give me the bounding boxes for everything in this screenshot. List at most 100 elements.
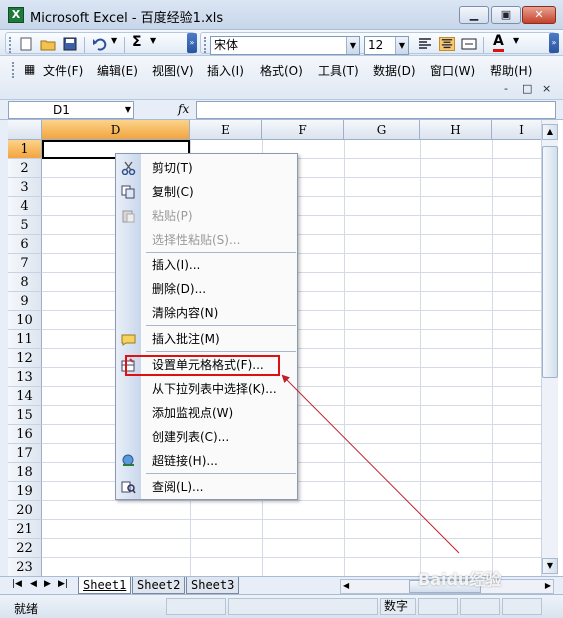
doc-minimize-button[interactable]: -	[504, 82, 508, 95]
font-name-select[interactable]: 宋体 ▼	[210, 36, 360, 55]
align-center-icon[interactable]	[439, 37, 455, 51]
vertical-scrollbar[interactable]: ▲ ▼	[541, 120, 558, 576]
menu-format[interactable]: 格式(O)	[260, 62, 303, 79]
menu-item-copy[interactable]: 复制(C)	[116, 180, 297, 204]
menu-window[interactable]: 窗口(W)	[430, 62, 475, 79]
menu-item-label: 查阅(L)...	[152, 480, 204, 494]
column-header-h[interactable]: H	[420, 120, 492, 140]
row-header-18[interactable]: 18	[8, 463, 42, 482]
scroll-right-icon[interactable]: ▶	[545, 581, 551, 590]
merge-center-icon[interactable]	[461, 37, 477, 51]
autosum-button[interactable]: Σ	[132, 34, 142, 50]
open-folder-icon[interactable]	[40, 37, 56, 51]
row-header-14[interactable]: 14	[8, 387, 42, 406]
row-header-7[interactable]: 7	[8, 254, 42, 273]
doc-restore-button[interactable]: □	[522, 82, 532, 95]
row-header-20[interactable]: 20	[8, 501, 42, 520]
formula-input[interactable]	[196, 101, 556, 119]
select-all-corner[interactable]	[8, 120, 42, 140]
autosum-dropdown-icon[interactable]: ▼	[150, 36, 156, 45]
menu-item-insert-comment[interactable]: 插入批注(M)	[116, 327, 297, 351]
row-header-16[interactable]: 16	[8, 425, 42, 444]
undo-dropdown-icon[interactable]: ▼	[111, 36, 117, 45]
row-header-21[interactable]: 21	[8, 520, 42, 539]
toolbar-options-icon[interactable]: »	[187, 33, 197, 53]
menu-view[interactable]: 视图(V)	[152, 62, 194, 79]
menu-insert[interactable]: 插入(I)	[207, 62, 244, 79]
menu-item-paste[interactable]: 粘贴(P)	[116, 204, 297, 228]
row-header-9[interactable]: 9	[8, 292, 42, 311]
sheet-tab-sheet1[interactable]: Sheet1	[78, 577, 132, 594]
menu-item-research[interactable]: 查阅(L)...	[116, 475, 297, 499]
last-sheet-icon[interactable]: ▶|	[58, 579, 68, 589]
maximize-button[interactable]: ▣	[491, 6, 521, 24]
menu-item-pick-from-list[interactable]: 从下拉列表中选择(K)...	[116, 377, 297, 401]
menu-item-paste-special[interactable]: 选择性粘贴(S)...	[116, 228, 297, 252]
menu-item-add-watch[interactable]: 添加监视点(W)	[116, 401, 297, 425]
toolbar-options-icon[interactable]: »	[549, 33, 559, 53]
chevron-down-icon[interactable]: ▼	[346, 37, 359, 54]
menu-tools[interactable]: 工具(T)	[318, 62, 359, 79]
next-sheet-icon[interactable]: ▶	[44, 579, 51, 589]
scroll-left-icon[interactable]: ◀	[343, 581, 349, 590]
save-icon[interactable]	[62, 37, 78, 51]
menu-item-create-list[interactable]: 创建列表(C)...	[116, 425, 297, 449]
row-header-6[interactable]: 6	[8, 235, 42, 254]
row-header-23[interactable]: 23	[8, 558, 42, 576]
toolbar-grip[interactable]	[204, 37, 207, 53]
first-sheet-icon[interactable]: |◀	[12, 579, 22, 589]
sheet-tab-sheet3[interactable]: Sheet3	[186, 577, 240, 594]
menu-item-delete[interactable]: 删除(D)...	[116, 277, 297, 301]
sheet-tab-sheet2[interactable]: Sheet2	[132, 577, 186, 594]
doc-close-button[interactable]: ×	[542, 82, 551, 95]
row-header-3[interactable]: 3	[8, 178, 42, 197]
undo-icon[interactable]	[92, 37, 108, 51]
menu-edit[interactable]: 编辑(E)	[97, 62, 138, 79]
row-header-5[interactable]: 5	[8, 216, 42, 235]
toolbar-grip[interactable]	[9, 37, 12, 53]
row-header-12[interactable]: 12	[8, 349, 42, 368]
column-header-d[interactable]: D	[42, 120, 190, 140]
font-color-button[interactable]: A	[493, 34, 504, 52]
insert-function-button[interactable]: fx	[178, 102, 189, 116]
menu-item-insert[interactable]: 插入(I)...	[116, 253, 297, 277]
column-header-e[interactable]: E	[190, 120, 262, 140]
excel-doc-icon[interactable]: ▦	[24, 62, 35, 76]
chevron-down-icon[interactable]: ▼	[395, 37, 408, 54]
menu-help[interactable]: 帮助(H)	[490, 62, 532, 79]
row-header-22[interactable]: 22	[8, 539, 42, 558]
row-header-8[interactable]: 8	[8, 273, 42, 292]
menu-data[interactable]: 数据(D)	[373, 62, 416, 79]
column-header-g[interactable]: G	[344, 120, 420, 140]
row-header-11[interactable]: 11	[8, 330, 42, 349]
excel-icon[interactable]: X	[8, 7, 24, 23]
chevron-down-icon[interactable]: ▼	[125, 102, 131, 118]
close-button[interactable]: ✕	[522, 6, 556, 24]
row-header-1[interactable]: 1	[8, 140, 42, 159]
menu-file[interactable]: 文件(F)	[43, 62, 83, 79]
row-header-13[interactable]: 13	[8, 368, 42, 387]
menu-item-clear-contents[interactable]: 清除内容(N)	[116, 301, 297, 325]
row-header-17[interactable]: 17	[8, 444, 42, 463]
menu-grip[interactable]	[12, 62, 15, 78]
minimize-button[interactable]: ▁	[459, 6, 489, 24]
column-header-f[interactable]: F	[262, 120, 344, 140]
name-box[interactable]: D1 ▼	[8, 101, 134, 119]
prev-sheet-icon[interactable]: ◀	[30, 579, 37, 589]
row-header-19[interactable]: 19	[8, 482, 42, 501]
menu-item-hyperlink[interactable]: 超链接(H)...	[116, 449, 297, 473]
title-bar: X Microsoft Excel - 百度经验1.xls ▁ ▣ ✕	[0, 0, 563, 30]
menu-item-cut[interactable]: 剪切(T)	[116, 156, 297, 180]
scroll-up-icon[interactable]: ▲	[542, 124, 558, 140]
status-pane	[166, 598, 226, 615]
vertical-scroll-thumb[interactable]	[542, 146, 558, 378]
row-header-15[interactable]: 15	[8, 406, 42, 425]
scroll-down-icon[interactable]: ▼	[542, 558, 558, 574]
font-color-dropdown-icon[interactable]: ▼	[513, 36, 519, 45]
font-size-select[interactable]: 12 ▼	[364, 36, 409, 55]
row-header-4[interactable]: 4	[8, 197, 42, 216]
align-left-icon[interactable]	[417, 37, 433, 51]
new-document-icon[interactable]	[18, 37, 34, 51]
row-header-10[interactable]: 10	[8, 311, 42, 330]
row-header-2[interactable]: 2	[8, 159, 42, 178]
